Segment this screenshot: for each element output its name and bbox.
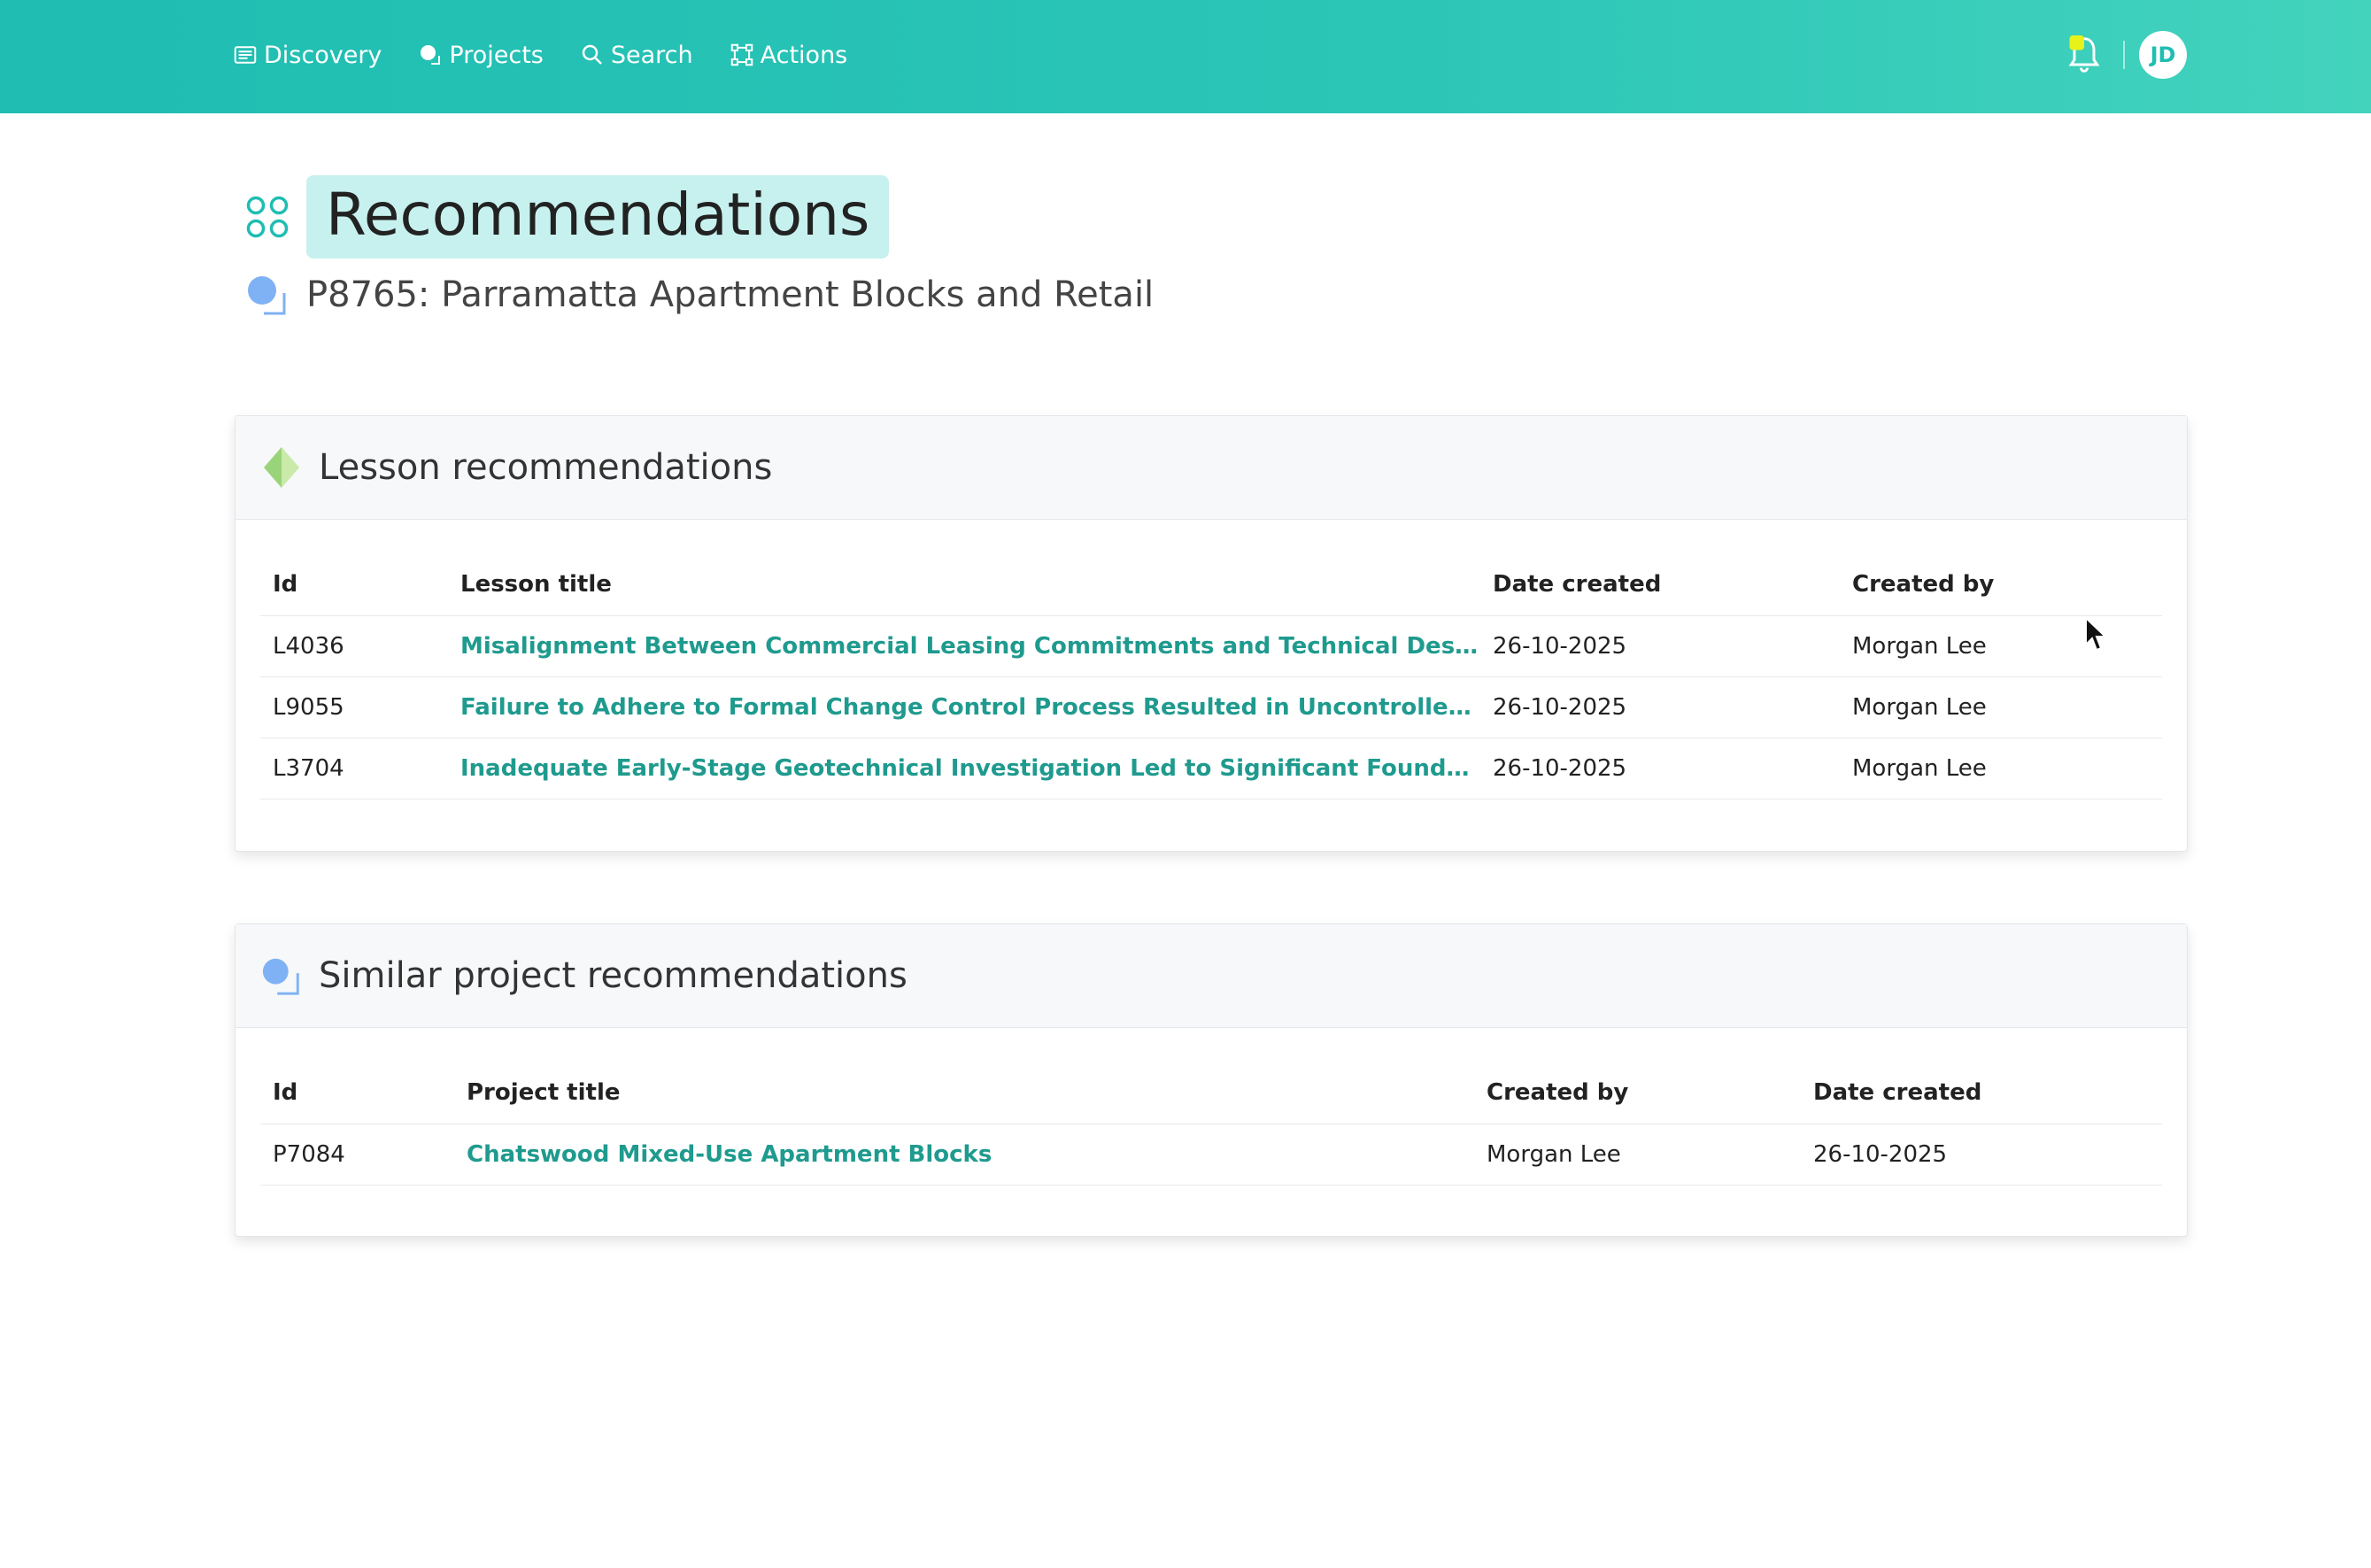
project-subtitle: P8765: Parramatta Apartment Blocks and R… (306, 274, 1155, 315)
nav-projects[interactable]: Projects (417, 41, 544, 69)
column-header-project-title: Project title (467, 1079, 621, 1106)
table-row: P7084 Chatswood Mixed-Use Apartment Bloc… (260, 1124, 2162, 1186)
column-header-created-by: Created by (1487, 1079, 1629, 1106)
mouse-cursor-icon (2085, 616, 2107, 652)
lesson-title-link[interactable]: Inadequate Early-Stage Geotechnical Inve… (448, 755, 1480, 782)
lesson-id: L9055 (273, 694, 344, 721)
column-header-id: Id (273, 571, 298, 598)
lesson-creator: Morgan Lee (1852, 694, 1987, 721)
column-header-date-created: Date created (1493, 571, 1662, 598)
avatar[interactable]: JD (2139, 31, 2187, 79)
table-row: L4036 Misalignment Between Commercial Le… (260, 616, 2162, 677)
nav-actions[interactable]: Actions (729, 41, 848, 69)
lesson-id: L4036 (273, 633, 344, 660)
lesson-id: L3704 (273, 755, 344, 782)
card-header: Lesson recommendations (236, 416, 2187, 520)
similar-project-recommendations-card: Similar project recommendations Id Proje… (235, 923, 2188, 1237)
nav-discovery[interactable]: Discovery (232, 42, 382, 69)
top-navbar: Discovery Projects Search Actions JD (0, 0, 2371, 113)
project-title-link[interactable]: Chatswood Mixed-Use Apartment Blocks (454, 1141, 1474, 1168)
lesson-table: Id Lesson title Date created Created by … (260, 553, 2162, 799)
lesson-title-link[interactable]: Failure to Adhere to Formal Change Contr… (448, 694, 1480, 721)
user-area: JD (2065, 0, 2187, 110)
page-title: Recommendations (306, 175, 890, 259)
recommendations-grid-icon (246, 196, 289, 238)
similar-project-table: Id Project title Created by Date created… (260, 1062, 2162, 1186)
bell-icon[interactable] (2065, 34, 2104, 76)
nav-search[interactable]: Search (579, 42, 693, 69)
nav-actions-label: Actions (760, 41, 848, 69)
table-header-row: Id Lesson title Date created Created by (260, 553, 2162, 616)
column-header-created-by: Created by (1852, 571, 1995, 598)
page-header: Recommendations P8765: Parramatta Apartm… (244, 175, 1154, 317)
divider (2123, 41, 2125, 69)
actions-icon (730, 43, 753, 66)
project-icon (262, 958, 299, 995)
lesson-title-link[interactable]: Misalignment Between Commercial Leasing … (448, 633, 1480, 660)
column-header-id: Id (273, 1079, 298, 1106)
card-header: Similar project recommendations (236, 924, 2187, 1028)
column-header-lesson-title: Lesson title (460, 571, 612, 598)
lesson-recommendations-card: Lesson recommendations Id Lesson title D… (235, 415, 2188, 852)
project-id: P7084 (273, 1141, 345, 1168)
table-row: L3704 Inadequate Early-Stage Geotechnica… (260, 738, 2162, 799)
lesson-date: 26-10-2025 (1493, 755, 1627, 782)
search-icon (582, 44, 602, 65)
projects-icon (421, 45, 441, 65)
lesson-card-title: Lesson recommendations (319, 447, 773, 488)
lesson-diamond-icon (264, 447, 299, 488)
lesson-date: 26-10-2025 (1493, 633, 1627, 660)
nav-discovery-label: Discovery (264, 41, 382, 69)
column-header-date-created: Date created (1813, 1079, 1982, 1106)
nav-projects-label: Projects (449, 41, 544, 69)
similar-card-title: Similar project recommendations (319, 955, 907, 996)
lesson-date: 26-10-2025 (1493, 694, 1627, 721)
nav-search-label: Search (610, 41, 693, 69)
project-icon (248, 276, 286, 315)
lesson-creator: Morgan Lee (1852, 755, 1987, 782)
project-creator: Morgan Lee (1487, 1141, 1621, 1168)
lesson-creator: Morgan Lee (1852, 633, 1987, 660)
table-row: L9055 Failure to Adhere to Formal Change… (260, 677, 2162, 738)
project-date: 26-10-2025 (1813, 1141, 1948, 1168)
main-nav: Discovery Projects Search Actions (232, 0, 883, 110)
table-header-row: Id Project title Created by Date created (260, 1062, 2162, 1124)
newspaper-icon (234, 46, 257, 64)
